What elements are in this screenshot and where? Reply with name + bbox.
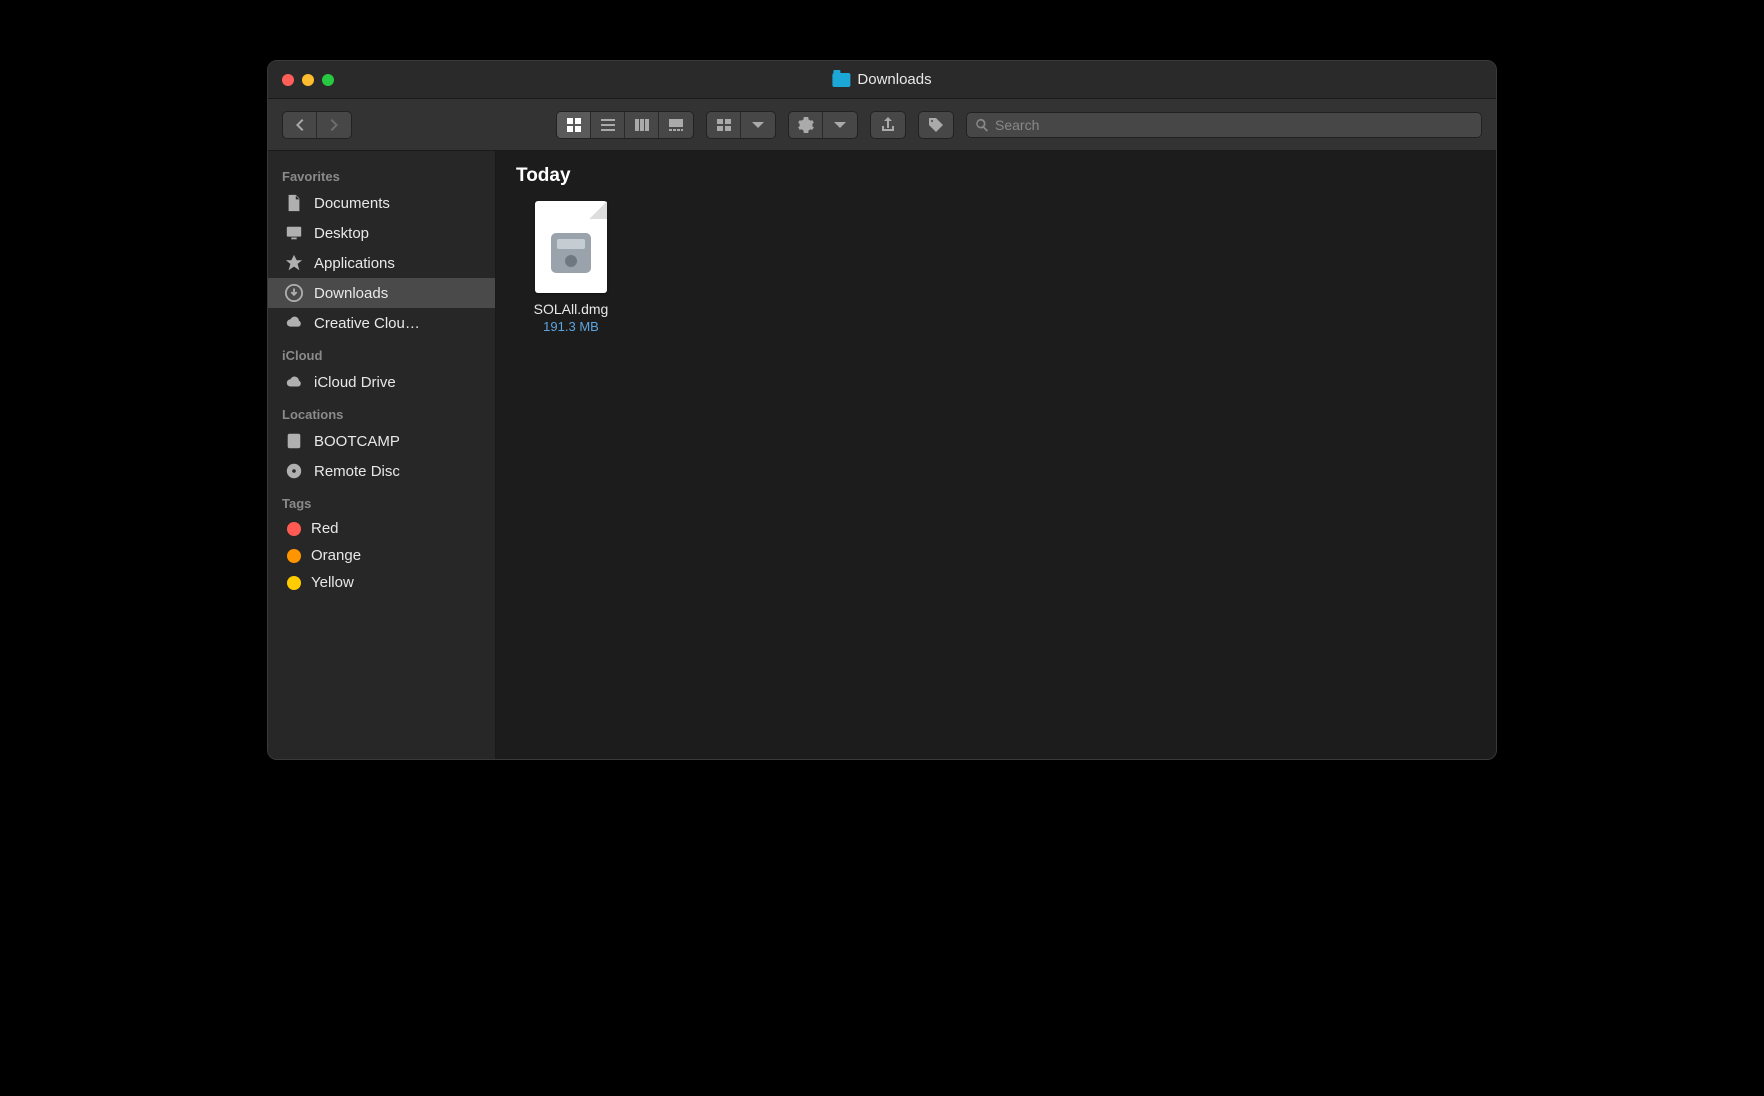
finder-window: Downloads (267, 60, 1497, 760)
sidebar-item-label: Orange (311, 547, 481, 564)
tag-dot-orange (287, 549, 301, 563)
sidebar-item-label: BOOTCAMP (314, 433, 481, 450)
window-title: Downloads (832, 71, 931, 88)
sidebar-item-label: Remote Disc (314, 463, 481, 480)
sidebar-item-tag-yellow[interactable]: Yellow (268, 569, 495, 596)
sidebar-item-applications[interactable]: Applications (268, 248, 495, 278)
minimize-button[interactable] (302, 74, 314, 86)
tag-dot-yellow (287, 576, 301, 590)
tags-button[interactable] (919, 112, 953, 138)
sidebar-item-label: Desktop (314, 225, 481, 242)
search-icon (975, 118, 989, 132)
grid-icon (566, 117, 582, 133)
maximize-button[interactable] (322, 74, 334, 86)
desktop-icon (284, 223, 304, 243)
icloud-icon (284, 372, 304, 392)
share-group (870, 111, 906, 139)
file-name: SOLAll.dmg (534, 301, 609, 317)
dmg-file-icon (535, 201, 607, 293)
arrange-group (706, 111, 776, 139)
gear-icon (798, 117, 814, 133)
traffic-lights (282, 74, 334, 86)
sidebar-item-label: Downloads (314, 285, 481, 302)
sidebar-section-favorites: Favorites (268, 159, 495, 188)
search-input[interactable] (995, 117, 1473, 133)
chevron-down-icon (750, 117, 766, 133)
back-button[interactable] (283, 112, 317, 138)
list-icon (600, 117, 616, 133)
gallery-view-button[interactable] (659, 112, 693, 138)
window-title-text: Downloads (857, 71, 931, 88)
applications-icon (284, 253, 304, 273)
sidebar-section-tags: Tags (268, 486, 495, 515)
downloads-icon (284, 283, 304, 303)
share-icon (880, 117, 896, 133)
list-view-button[interactable] (591, 112, 625, 138)
window-body: Favorites Documents Desktop Applications… (268, 151, 1496, 759)
sidebar-item-label: Applications (314, 255, 481, 272)
sidebar-item-desktop[interactable]: Desktop (268, 218, 495, 248)
sidebar-item-label: Red (311, 520, 481, 537)
content-area: Today SOLAll.dmg 191.3 MB (496, 151, 1496, 759)
sidebar-item-remote-disc[interactable]: Remote Disc (268, 456, 495, 486)
group-header: Today (516, 165, 1476, 187)
close-button[interactable] (282, 74, 294, 86)
chevron-down-icon (832, 117, 848, 133)
nav-buttons (282, 111, 352, 139)
columns-icon (634, 117, 650, 133)
sidebar-item-tag-orange[interactable]: Orange (268, 542, 495, 569)
sidebar-item-label: Creative Clou… (314, 315, 481, 332)
chevron-right-icon (326, 117, 342, 133)
sidebar-item-bootcamp[interactable]: BOOTCAMP (268, 426, 495, 456)
icon-view-button[interactable] (557, 112, 591, 138)
file-item[interactable]: SOLAll.dmg 191.3 MB (516, 201, 626, 334)
document-icon (284, 193, 304, 213)
creative-cloud-icon (284, 313, 304, 333)
tag-icon (928, 117, 944, 133)
sidebar: Favorites Documents Desktop Applications… (268, 151, 496, 759)
arrange-button[interactable] (707, 112, 741, 138)
sidebar-item-label: iCloud Drive (314, 374, 481, 391)
action-dropdown[interactable] (823, 112, 857, 138)
sidebar-item-creative-cloud[interactable]: Creative Clou… (268, 308, 495, 338)
titlebar: Downloads (268, 61, 1496, 99)
sidebar-item-label: Documents (314, 195, 481, 212)
share-button[interactable] (871, 112, 905, 138)
sidebar-item-documents[interactable]: Documents (268, 188, 495, 218)
arrange-dropdown[interactable] (741, 112, 775, 138)
view-buttons (556, 111, 694, 139)
sidebar-item-icloud-drive[interactable]: iCloud Drive (268, 367, 495, 397)
files-grid: SOLAll.dmg 191.3 MB (516, 201, 1476, 334)
sidebar-item-label: Yellow (311, 574, 481, 591)
arrange-icon (716, 117, 732, 133)
tags-group (918, 111, 954, 139)
sidebar-item-downloads[interactable]: Downloads (268, 278, 495, 308)
sidebar-item-tag-red[interactable]: Red (268, 515, 495, 542)
action-group (788, 111, 858, 139)
gallery-icon (668, 117, 684, 133)
disc-icon (284, 461, 304, 481)
file-size: 191.3 MB (543, 319, 599, 334)
forward-button[interactable] (317, 112, 351, 138)
column-view-button[interactable] (625, 112, 659, 138)
toolbar (268, 99, 1496, 151)
disk-icon (284, 431, 304, 451)
tag-dot-red (287, 522, 301, 536)
sidebar-section-icloud: iCloud (268, 338, 495, 367)
disk-glyph (551, 233, 591, 273)
sidebar-section-locations: Locations (268, 397, 495, 426)
search-field[interactable] (966, 112, 1482, 138)
chevron-left-icon (292, 117, 308, 133)
action-button[interactable] (789, 112, 823, 138)
folder-icon (832, 73, 850, 87)
